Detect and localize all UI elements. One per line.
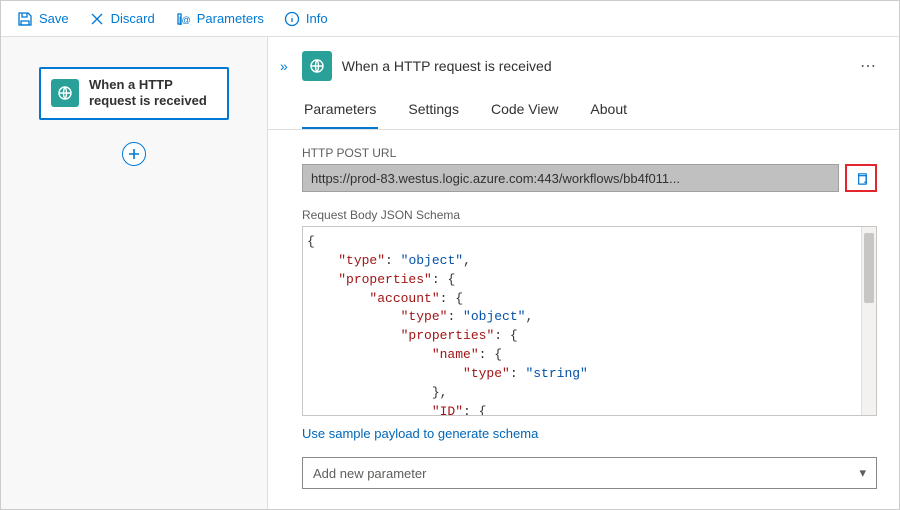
designer-canvas: When a HTTP request is received: [1, 37, 268, 509]
details-title: When a HTTP request is received: [342, 58, 846, 74]
trigger-card[interactable]: When a HTTP request is received: [39, 67, 229, 120]
use-sample-payload-link[interactable]: Use sample payload to generate schema: [302, 426, 538, 441]
http-request-icon: [302, 51, 332, 81]
parameters-button[interactable]: [@] Parameters: [167, 7, 272, 31]
parameters-label: Parameters: [197, 11, 264, 26]
tab-settings[interactable]: Settings: [406, 101, 461, 129]
save-button[interactable]: Save: [9, 7, 77, 31]
http-post-url-input[interactable]: [302, 164, 839, 192]
app-frame: Save Discard [@] Parameters Info: [0, 0, 900, 510]
add-step-button[interactable]: [122, 142, 146, 166]
svg-text:[@]: [@]: [179, 15, 191, 25]
more-menu-button[interactable]: ⋯: [856, 54, 881, 78]
url-row: [302, 164, 877, 192]
add-parameter-label: Add new parameter: [313, 466, 426, 481]
details-body: HTTP POST URL Request Body JSON Schema {…: [268, 130, 899, 509]
collapse-panel-button[interactable]: »: [276, 56, 292, 76]
parameters-icon: [@]: [175, 11, 191, 27]
add-new-parameter-dropdown[interactable]: Add new parameter ▾: [302, 457, 877, 489]
discard-label: Discard: [111, 11, 155, 26]
info-button[interactable]: Info: [276, 7, 336, 31]
discard-button[interactable]: Discard: [81, 7, 163, 31]
details-header: » When a HTTP request is received ⋯: [268, 51, 899, 81]
http-post-url-label: HTTP POST URL: [302, 146, 877, 160]
main-area: When a HTTP request is received » When a…: [1, 37, 899, 509]
tabs: Parameters Settings Code View About: [268, 81, 899, 130]
schema-textarea[interactable]: { "type": "object", "properties": { "acc…: [302, 226, 877, 416]
chevron-down-icon: ▾: [859, 465, 866, 481]
tab-code-view[interactable]: Code View: [489, 101, 560, 129]
command-bar: Save Discard [@] Parameters Info: [1, 1, 899, 37]
tab-parameters[interactable]: Parameters: [302, 101, 378, 129]
save-icon: [17, 11, 33, 27]
schema-label: Request Body JSON Schema: [302, 208, 877, 222]
info-icon: [284, 11, 300, 27]
http-request-icon: [51, 79, 79, 107]
scrollbar-thumb[interactable]: [864, 233, 874, 303]
tab-about[interactable]: About: [588, 101, 629, 129]
trigger-title: When a HTTP request is received: [89, 77, 217, 110]
details-panel: » When a HTTP request is received ⋯ Para…: [268, 37, 899, 509]
close-icon: [89, 11, 105, 27]
scrollbar[interactable]: [861, 227, 876, 415]
info-label: Info: [306, 11, 328, 26]
copy-url-button[interactable]: [845, 164, 877, 192]
save-label: Save: [39, 11, 69, 26]
